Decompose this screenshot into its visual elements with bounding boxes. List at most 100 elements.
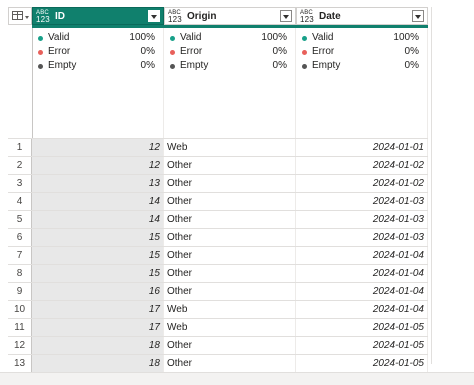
table-row[interactable]: 4 14 Other 2024-01-03 [8,192,428,210]
column-quality-panel: Valid 100% Error 0% Empty 0% [296,28,428,138]
column-header-id[interactable]: ABC 123 ID [32,7,164,25]
row-number[interactable]: 13 [8,355,32,372]
cell-date[interactable]: 2024-01-04 [296,265,428,282]
row-number[interactable]: 7 [8,247,32,264]
cell-origin[interactable]: Other [164,175,296,192]
column-header-date[interactable]: ABC 123 Date [296,7,428,25]
row-number[interactable]: 3 [8,175,32,192]
cell-origin[interactable]: Other [164,193,296,210]
cell-date[interactable]: 2024-01-05 [296,337,428,354]
quality-empty: Empty 0% [302,60,419,73]
cell-id[interactable]: 16 [32,283,164,300]
cell-id[interactable]: 14 [32,211,164,228]
cell-date[interactable]: 2024-01-05 [296,319,428,336]
cell-date[interactable]: 2024-01-01 [296,139,428,156]
table-row[interactable]: 5 14 Other 2024-01-03 [8,210,428,228]
column-name: Date [319,11,341,22]
cell-id[interactable]: 12 [32,157,164,174]
cell-origin[interactable]: Web [164,301,296,318]
cell-origin[interactable]: Web [164,139,296,156]
cell-id[interactable]: 17 [32,301,164,318]
valid-dot-icon [170,36,175,41]
column-filter-dropdown[interactable] [280,10,292,22]
cell-id[interactable]: 18 [32,337,164,354]
table-row[interactable]: 9 16 Other 2024-01-04 [8,282,428,300]
quality-valid: Valid 100% [38,32,155,45]
quality-error: Error 0% [170,46,287,59]
table-row[interactable]: 6 15 Other 2024-01-03 [8,228,428,246]
quality-error: Error 0% [38,46,155,59]
cell-date[interactable]: 2024-01-02 [296,157,428,174]
cell-origin[interactable]: Other [164,247,296,264]
cell-id[interactable]: 13 [32,175,164,192]
table-row[interactable]: 7 15 Other 2024-01-04 [8,246,428,264]
quality-valid: Valid 100% [170,32,287,45]
cell-id[interactable]: 15 [32,247,164,264]
row-number[interactable]: 11 [8,319,32,336]
cell-date[interactable]: 2024-01-02 [296,175,428,192]
cell-origin[interactable]: Other [164,283,296,300]
type-any-icon[interactable]: ABC 123 [36,10,50,24]
row-number[interactable]: 10 [8,301,32,318]
cell-date[interactable]: 2024-01-05 [296,355,428,372]
row-number[interactable]: 4 [8,193,32,210]
empty-dot-icon [302,64,307,69]
row-number[interactable]: 12 [8,337,32,354]
column-quality-panel: Valid 100% Error 0% Empty 0% [32,28,164,138]
error-dot-icon [302,50,307,55]
column-filter-dropdown[interactable] [412,10,424,22]
cell-id[interactable]: 14 [32,193,164,210]
column-filter-dropdown[interactable] [148,10,160,22]
row-number[interactable]: 8 [8,265,32,282]
cell-id[interactable]: 17 [32,319,164,336]
cell-date[interactable]: 2024-01-04 [296,283,428,300]
quality-error: Error 0% [302,46,419,59]
cell-origin[interactable]: Other [164,211,296,228]
type-any-icon[interactable]: ABC 123 [300,10,314,24]
cell-date[interactable]: 2024-01-03 [296,229,428,246]
column-name: ID [55,11,65,22]
valid-dot-icon [38,36,43,41]
table-row[interactable]: 11 17 Web 2024-01-05 [8,318,428,336]
cell-date[interactable]: 2024-01-03 [296,211,428,228]
cell-origin[interactable]: Other [164,265,296,282]
table-row[interactable]: 12 18 Other 2024-01-05 [8,336,428,354]
table-row[interactable]: 2 12 Other 2024-01-02 [8,156,428,174]
horizontal-scrollbar[interactable] [0,372,474,385]
cell-origin[interactable]: Other [164,229,296,246]
cell-origin[interactable]: Web [164,319,296,336]
cell-id[interactable]: 12 [32,139,164,156]
cell-origin[interactable]: Other [164,157,296,174]
cell-origin[interactable]: Other [164,337,296,354]
cell-date[interactable]: 2024-01-04 [296,247,428,264]
error-dot-icon [38,50,43,55]
column-name: Origin [187,11,217,22]
column-quality-panel: Valid 100% Error 0% Empty 0% [164,28,296,138]
error-dot-icon [170,50,175,55]
row-number[interactable]: 1 [8,139,32,156]
quality-valid: Valid 100% [302,32,419,45]
type-any-icon[interactable]: ABC 123 [168,10,182,24]
cell-date[interactable]: 2024-01-03 [296,193,428,210]
row-number[interactable]: 6 [8,229,32,246]
cell-id[interactable]: 18 [32,355,164,372]
vertical-scrollbar[interactable] [431,7,432,364]
table-menu-button[interactable] [8,7,32,25]
chevron-down-icon [25,16,29,19]
table-row[interactable]: 3 13 Other 2024-01-02 [8,174,428,192]
cell-id[interactable]: 15 [32,229,164,246]
quality-empty: Empty 0% [170,60,287,73]
table-row[interactable]: 8 15 Other 2024-01-04 [8,264,428,282]
cell-date[interactable]: 2024-01-04 [296,301,428,318]
cell-origin[interactable]: Other [164,355,296,372]
row-number[interactable]: 2 [8,157,32,174]
row-number[interactable]: 9 [8,283,32,300]
table-row[interactable]: 10 17 Web 2024-01-04 [8,300,428,318]
column-header-origin[interactable]: ABC 123 Origin [164,7,296,25]
row-number[interactable]: 5 [8,211,32,228]
table-row[interactable]: 13 18 Other 2024-01-05 [8,354,428,372]
table-row[interactable]: 1 12 Web 2024-01-01 [8,138,428,156]
empty-dot-icon [38,64,43,69]
quality-empty: Empty 0% [38,60,155,73]
cell-id[interactable]: 15 [32,265,164,282]
